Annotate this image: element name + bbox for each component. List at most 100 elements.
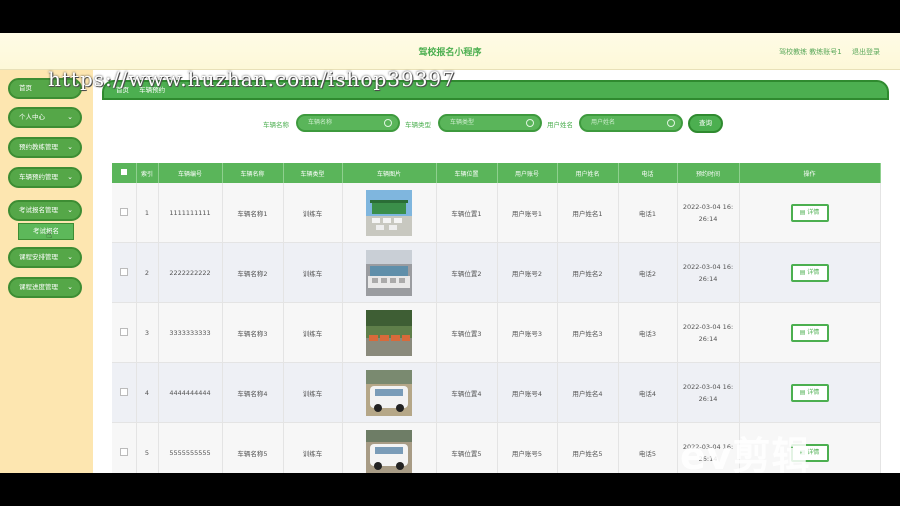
cell-index: 3 — [136, 302, 159, 363]
watermark-text: https://www.huzhan.com/ishop39397 — [48, 67, 456, 91]
chevron-down-icon: ⌄ — [67, 253, 73, 261]
sidebar-item-exam-registration[interactable]: 考试报名管理 ⌄ — [8, 200, 82, 221]
column-header: 车辆图片 — [342, 163, 437, 183]
vehicle-image — [366, 369, 412, 416]
cell-time: 2022-03-04 16: 26:14 — [677, 362, 740, 423]
row-checkbox[interactable] — [112, 242, 137, 303]
detail-button[interactable]: ▤ 详情 — [790, 383, 829, 402]
cell-account: 用户账号1 — [497, 183, 558, 243]
row-checkbox[interactable] — [112, 362, 137, 423]
cell-vehicle-no: 4444444444 — [158, 362, 223, 423]
table-row: 1 1111111111 车辆名称1 训练车 车辆位置1 用户账号1 用户姓名1… — [112, 183, 881, 243]
cell-actions: ▤ 详情 — [739, 362, 881, 423]
cell-vehicle-image — [342, 422, 437, 473]
cell-index: 4 — [136, 362, 159, 423]
cell-vehicle-name: 车辆名称5 — [222, 422, 284, 473]
select-all-checkbox[interactable] — [112, 163, 137, 183]
cell-vehicle-name: 车辆名称3 — [222, 302, 284, 363]
cell-user-name: 用户姓名5 — [557, 422, 619, 473]
top-bar: 驾校报名小程序 驾校教练 教练账号1 退出登录 — [0, 33, 900, 70]
user-name-input[interactable]: 用户姓名 — [579, 114, 683, 132]
cell-vehicle-image — [342, 183, 437, 243]
search-button[interactable]: 查询 — [688, 114, 723, 133]
column-header: 索引 — [136, 163, 159, 183]
search-label-vehicle-name: 车辆名称 — [263, 121, 289, 129]
cell-user-name: 用户姓名2 — [557, 242, 619, 303]
cell-index: 5 — [136, 422, 159, 473]
detail-button[interactable]: ▤ 详情 — [790, 263, 829, 282]
cell-user-name: 用户姓名4 — [557, 362, 619, 423]
cell-time: 2022-03-04 16: 26:14 — [677, 242, 740, 303]
logout-link[interactable]: 退出登录 — [852, 48, 880, 56]
cell-user-name: 用户姓名1 — [557, 183, 619, 243]
sidebar-item-personal-center[interactable]: 个人中心 ⌄ — [8, 107, 82, 128]
vehicle-image — [366, 429, 412, 473]
vehicle-type-input[interactable]: 车辆类型 — [438, 114, 542, 132]
cell-vehicle-type: 训练车 — [283, 362, 343, 423]
sidebar-item-course-progress[interactable]: 课程进度管理 ⌄ — [8, 277, 82, 298]
cell-phone: 电话1 — [618, 183, 678, 243]
column-header: 电话 — [618, 163, 678, 183]
cell-account: 用户账号5 — [497, 422, 558, 473]
row-checkbox[interactable] — [112, 183, 137, 243]
cell-location: 车辆位置5 — [436, 422, 498, 473]
column-header: 车辆类型 — [283, 163, 343, 183]
column-header: 车辆位置 — [436, 163, 498, 183]
cell-location: 车辆位置2 — [436, 242, 498, 303]
search-label-vehicle-type: 车辆类型 — [405, 121, 431, 129]
row-checkbox[interactable] — [112, 302, 137, 363]
cell-phone: 电话4 — [618, 362, 678, 423]
chevron-down-icon: ⌄ — [67, 283, 73, 291]
cell-vehicle-type: 训练车 — [283, 242, 343, 303]
column-header: 车辆名称 — [222, 163, 284, 183]
cell-actions: ▤ 详情 — [739, 183, 881, 243]
table-row: 2 2222222222 车辆名称2 训练车 车辆位置2 用户账号2 用户姓名2… — [112, 242, 881, 303]
vehicle-image — [366, 309, 412, 356]
detail-button[interactable]: ▤ 详情 — [790, 203, 829, 222]
user-label[interactable]: 驾校教练 教练账号1 — [779, 48, 842, 56]
row-checkbox[interactable] — [112, 422, 137, 473]
cell-location: 车辆位置3 — [436, 302, 498, 363]
cell-account: 用户账号3 — [497, 302, 558, 363]
chevron-down-icon: ⌄ — [67, 143, 73, 151]
cell-location: 车辆位置1 — [436, 183, 498, 243]
cell-location: 车辆位置4 — [436, 362, 498, 423]
cell-index: 2 — [136, 242, 159, 303]
search-icon — [384, 119, 392, 127]
cell-account: 用户账号4 — [497, 362, 558, 423]
vehicle-name-input[interactable]: 车辆名称 — [296, 114, 400, 132]
chevron-down-icon: ⌄ — [67, 113, 73, 121]
column-header: 预约时间 — [677, 163, 740, 183]
vehicle-image — [366, 189, 412, 236]
cell-vehicle-name: 车辆名称2 — [222, 242, 284, 303]
table-row: 3 3333333333 车辆名称3 训练车 车辆位置3 用户账号3 用户姓名3… — [112, 302, 881, 363]
sidebar-item-vehicle-booking[interactable]: 车辆预约管理 ⌄ — [8, 167, 82, 188]
column-header: 操作 — [739, 163, 881, 183]
app-screen: 驾校报名小程序 驾校教练 教练账号1 退出登录 首页 个人中心 ⌄ 预约教练管理 ⌄… — [0, 33, 900, 473]
cell-vehicle-no: 3333333333 — [158, 302, 223, 363]
cell-vehicle-no: 5555555555 — [158, 422, 223, 473]
cell-vehicle-name: 车辆名称1 — [222, 183, 284, 243]
sidebar-item-course-schedule[interactable]: 课程安排管理 ⌄ — [8, 247, 82, 268]
cell-actions: ▤ 详情 — [739, 242, 881, 303]
cell-time: 2022-03-04 16: 26:14 — [677, 302, 740, 363]
cell-vehicle-type: 训练车 — [283, 302, 343, 363]
cell-vehicle-type: 训练车 — [283, 183, 343, 243]
mouse-cursor-icon: ☝ — [46, 230, 53, 241]
column-header: 用户账号 — [497, 163, 558, 183]
cell-time: 2022-03-04 16: 26:14 — [677, 183, 740, 243]
sidebar-item-coach-booking[interactable]: 预约教练管理 ⌄ — [8, 137, 82, 158]
cell-vehicle-type: 训练车 — [283, 422, 343, 473]
cell-vehicle-no: 1111111111 — [158, 183, 223, 243]
detail-button[interactable]: ▤ 详情 — [790, 323, 829, 342]
user-area: 驾校教练 教练账号1 退出登录 — [771, 47, 880, 57]
vehicle-image — [366, 249, 412, 296]
sidebar: 首页 个人中心 ⌄ 预约教练管理 ⌄ 车辆预约管理 ⌄ 考试报名管理 ⌄ 课程安排管理 ⌄… — [0, 70, 93, 473]
cell-vehicle-image — [342, 302, 437, 363]
chevron-down-icon: ⌄ — [67, 206, 73, 214]
table-row: 4 4444444444 车辆名称4 训练车 车辆位置4 用户账号4 用户姓名4… — [112, 362, 881, 423]
cell-vehicle-name: 车辆名称4 — [222, 362, 284, 423]
table-header-row: 索引 车辆编号 车辆名称 车辆类型 车辆图片 车辆位置 用户账号 用户姓名 电话… — [112, 163, 881, 183]
cell-vehicle-image — [342, 242, 437, 303]
cell-phone: 电话2 — [618, 242, 678, 303]
